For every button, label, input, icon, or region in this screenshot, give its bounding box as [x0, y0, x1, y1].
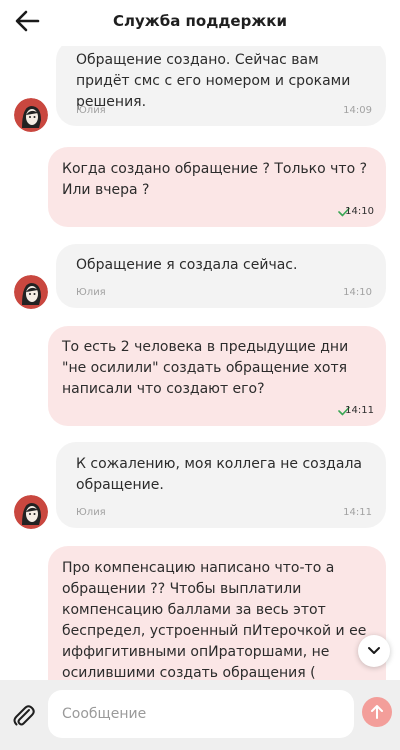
message-time: 14:09	[343, 105, 372, 116]
message-text: Когда создано обращение ? Только что ? И…	[62, 161, 368, 198]
paperclip-icon	[13, 705, 35, 726]
message-bubble-incoming: Обращение создано. Сейчас вам придёт смс…	[56, 46, 386, 126]
scroll-down-button[interactable]	[358, 635, 390, 667]
chevron-down-icon	[368, 647, 380, 654]
message-text: Обращение я создала сейчас.	[76, 257, 298, 273]
message-bubble-incoming: Обращение я создала сейчас. Юлия 14:10	[56, 244, 386, 308]
message-time: 14:11	[343, 507, 372, 518]
avatar	[14, 495, 48, 529]
message-meta: Юлия 14:09	[76, 105, 372, 119]
page-title: Служба поддержки	[113, 12, 287, 30]
message-bubble-outgoing: То есть 2 человека в предыдущие дни "не …	[48, 326, 386, 426]
message-meta: Юлия 14:10	[76, 287, 372, 301]
message-author: Юлия	[76, 507, 106, 518]
message-input-wrapper	[48, 690, 354, 738]
attach-button[interactable]	[10, 702, 38, 730]
header: Служба поддержки	[0, 0, 400, 46]
message-time: 14:10	[345, 206, 374, 217]
arrow-up-icon	[371, 705, 383, 719]
avatar	[14, 275, 48, 309]
message-text: То есть 2 человека в предыдущие дни "не …	[62, 339, 349, 397]
message-meta: 14:11	[314, 405, 374, 419]
composer	[0, 680, 400, 750]
send-button[interactable]	[362, 697, 392, 727]
avatar	[14, 98, 48, 132]
message-bubble-outgoing: Про компенсацию написано что-то а обраще…	[48, 546, 386, 680]
message-time: 14:11	[345, 405, 374, 416]
message-list[interactable]: Обращение создано. Сейчас вам придёт смс…	[0, 46, 400, 680]
message-bubble-outgoing: Когда создано обращение ? Только что ? И…	[48, 147, 386, 227]
message-text: Про компенсацию написано что-то а обраще…	[62, 560, 367, 680]
message-author: Юлия	[76, 105, 106, 116]
message-text: К сожалению, моя коллега не создала обра…	[76, 456, 362, 493]
message-author: Юлия	[76, 287, 106, 298]
message-input[interactable]	[62, 690, 342, 738]
message-text: Обращение создано. Сейчас вам придёт смс…	[76, 52, 351, 110]
message-meta: 14:10	[314, 206, 374, 220]
message-meta: Юлия 14:11	[76, 507, 372, 521]
message-bubble-incoming: К сожалению, моя коллега не создала обра…	[56, 442, 386, 528]
message-time: 14:10	[343, 287, 372, 298]
